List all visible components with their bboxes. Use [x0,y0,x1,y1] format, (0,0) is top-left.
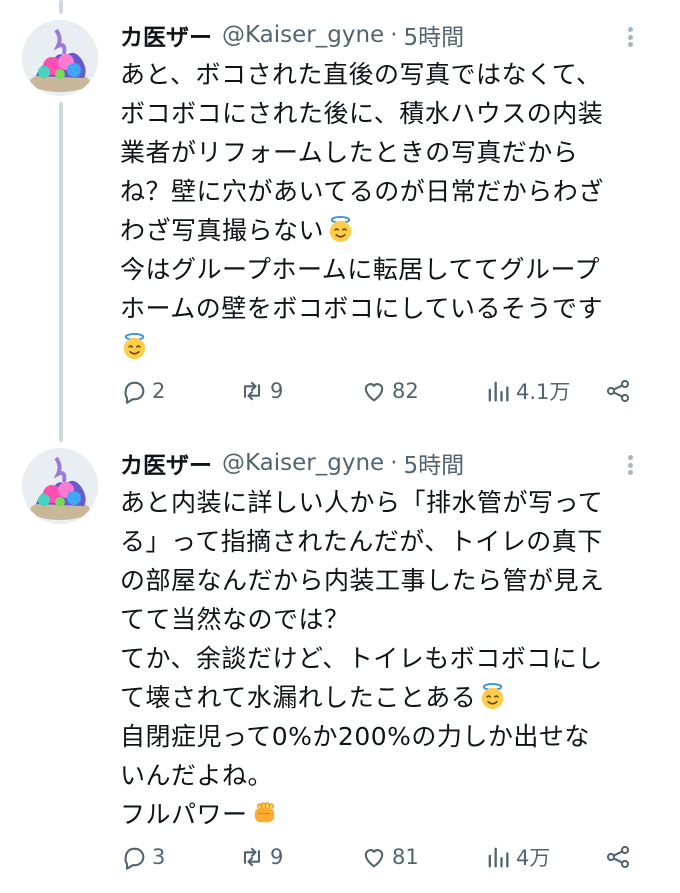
tweet[interactable]: カ医ザー @Kaiser_gyne · 5時間 あと内装に詳しい人から「排水管が… [0,440,680,893]
vertical-dots-icon[interactable] [620,24,640,50]
heart-icon [364,383,384,402]
smiling-face-with-halo-icon [326,215,355,244]
thread-connector-line [59,102,63,442]
share-button[interactable] [604,843,632,871]
tweet-text-segment: フルパワー [120,800,248,829]
tweet-header: カ医ザー @Kaiser_gyne · 5時間 [120,18,662,52]
tweet-text-line: てて当然なのでは？ [120,605,350,634]
retweet-button[interactable]: 9 [238,843,283,871]
tweet-text-segment: て壊されて水漏れしたことある [120,683,477,712]
speech-bubble-icon [124,381,145,404]
tweet-text-line: ね？壁に穴があいてるのが日常だからわざ [120,177,604,206]
speech-bubble-icon [124,847,145,870]
smiling-face-with-halo-icon [120,332,149,361]
view-count: 4万 [516,846,551,870]
smiling-face-with-halo-icon [478,682,507,711]
tweet-text: あと、ボコされた直後の写真ではなくて、 ボコボコにされた後に、積水ハウスの内装 … [120,55,662,367]
tweet-text-line: ボコボコにされた後に、積水ハウスの内装 [120,99,604,128]
tweet-text-line: 業者がリフォームしたときの写真だから [120,138,579,167]
views-button[interactable]: 4万 [484,842,550,872]
tweet-text-line: フルパワー [120,795,662,834]
tweet-text-line [120,328,662,367]
timestamp[interactable]: 5時間 [404,18,465,52]
like-button[interactable]: 82 [360,377,419,405]
separator-dot: · [390,22,398,48]
retweet-button[interactable]: 9 [238,377,283,405]
tweet-text-line: てか、余談だけど、トイレもボコボコにし [120,644,603,673]
share-button[interactable] [604,377,632,405]
tweet-text-line: の部屋なんだから内装工事したら管が見え [120,566,605,595]
reply-count: 2 [152,379,166,403]
heart-icon [364,849,384,868]
bar-chart-icon [488,381,509,402]
avatar-image [22,20,98,96]
avatar[interactable] [22,20,98,96]
author-name[interactable]: カ医ザー [120,18,212,52]
share-nodes-icon [606,845,630,869]
bar-chart-icon [488,847,509,868]
vertical-dots-icon[interactable] [620,452,640,478]
retweet-count: 9 [270,379,284,403]
retweet-count: 9 [270,845,284,869]
tweet-text-line: わざ写真撮らない [120,211,662,250]
tweet-thread: カ医ザー @Kaiser_gyne · 5時間 あと、ボコされた直後の写真ではな… [0,0,680,893]
view-count: 4.1万 [516,380,571,404]
tweet-actions: 2 9 82 4.1万 [120,374,644,408]
author-handle[interactable]: @Kaiser_gyne [222,450,384,476]
tweet-text-line: 自閉症児って0%か200%の力しか出せな [120,722,590,751]
views-button[interactable]: 4.1万 [484,376,570,406]
reply-button[interactable]: 2 [120,377,165,405]
author-handle[interactable]: @Kaiser_gyne [222,22,384,48]
author-name[interactable]: カ医ザー [120,446,212,480]
tweet-text-line: あと内装に詳しい人から「排水管が写って [120,488,604,517]
reply-count: 3 [152,845,166,869]
timestamp[interactable]: 5時間 [404,446,465,480]
reply-button[interactable]: 3 [120,843,165,871]
like-button[interactable]: 81 [360,843,419,871]
tweet-text-segment: わざ写真撮らない [120,216,325,245]
tweet-text-line: ホームの壁をボコボコにしているそうです [120,294,604,323]
tweet-text: あと内装に詳しい人から「排水管が写って る」って指摘されたんだが、トイレの真下 … [120,483,662,834]
tweet-text-line: いんだよね。 [120,761,274,790]
separator-dot: · [390,450,398,476]
tweet-header: カ医ザー @Kaiser_gyne · 5時間 [120,446,662,480]
like-count: 81 [392,845,419,869]
tweet-text-line: る」って指摘されたんだが、トイレの真下 [120,527,603,556]
like-count: 82 [392,379,419,403]
retweet-arrows-icon [243,381,261,401]
tweet[interactable]: カ医ザー @Kaiser_gyne · 5時間 あと、ボコされた直後の写真ではな… [0,0,680,442]
tweet-text-line: あと、ボコされた直後の写真ではなくて、 [120,60,602,89]
tweet-text-line: 今はグループホームに転居しててグループ [120,255,601,284]
share-nodes-icon [606,379,630,403]
retweet-arrows-icon [243,847,261,867]
tweet-text-line: て壊されて水漏れしたことある [120,678,662,717]
tweet-actions: 3 9 81 4万 [120,840,644,874]
avatar-image [22,448,98,524]
oncoming-fist-icon [250,799,279,828]
thread-connector-line [59,0,63,14]
avatar[interactable] [22,448,98,524]
